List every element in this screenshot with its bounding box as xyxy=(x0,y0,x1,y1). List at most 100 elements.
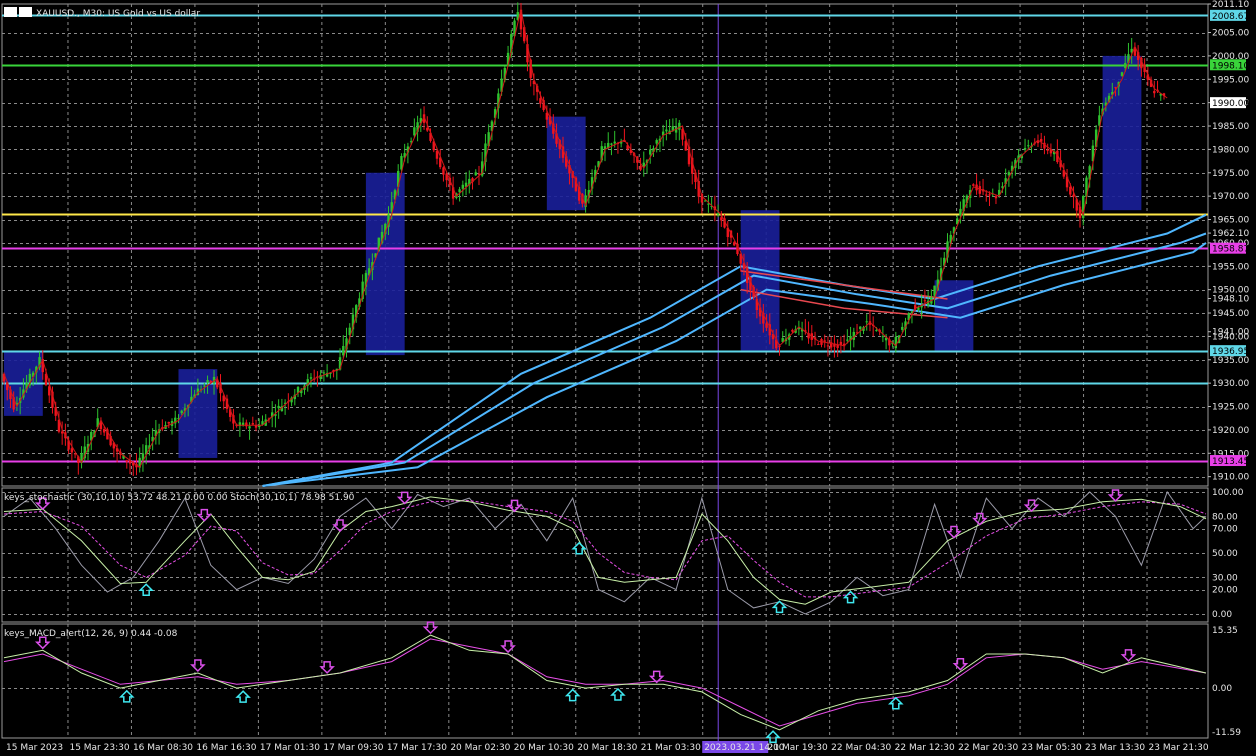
candle-body xyxy=(639,165,642,170)
candle-body xyxy=(655,140,658,144)
time-axis-label: 17 Mar 01:30 xyxy=(260,743,320,753)
candle-body xyxy=(203,385,206,387)
time-axis-label: 23 Mar 21:30 xyxy=(1149,743,1209,753)
candle-body xyxy=(461,184,465,189)
candle-body xyxy=(716,213,720,215)
price-level-badge-label: 1958.87 xyxy=(1212,245,1249,255)
price-axis-label: 2005.00 xyxy=(1212,29,1249,39)
time-axis-label: 20 Mar 02:30 xyxy=(450,743,510,753)
candle-body xyxy=(180,410,183,414)
candle-body xyxy=(342,345,345,356)
macd-axis-label: -11.59 xyxy=(1212,728,1241,738)
time-axis-label: 23 Mar 05:30 xyxy=(1022,743,1082,753)
stochastic-label: keys_stochastic (30,10,10) 53.72 48.21 0… xyxy=(4,493,355,503)
candle-body xyxy=(678,122,681,130)
macd-axis-label: 0.00 xyxy=(1212,684,1232,694)
price-axis-label: 2011.10 xyxy=(1212,0,1249,10)
candle-body xyxy=(733,242,736,246)
time-axis-label: 20 Mar 10:30 xyxy=(514,743,574,753)
candle-body xyxy=(894,336,898,349)
price-axis-label: 1975.00 xyxy=(1212,169,1249,179)
candle-body xyxy=(251,423,255,425)
candle-body xyxy=(917,307,920,310)
time-axis-label: 22 Mar 04:30 xyxy=(831,743,891,753)
time-axis-label: 17 Mar 09:30 xyxy=(323,743,383,753)
price-axis-label: 1930.00 xyxy=(1212,379,1249,389)
candle-body xyxy=(426,127,429,131)
price-level-badge-label: 1998.10 xyxy=(1212,61,1249,71)
time-axis-label: 21 Mar 19:30 xyxy=(768,743,828,753)
candle-body xyxy=(248,426,251,429)
stochastic-axis-label: 0.00 xyxy=(1212,610,1232,620)
stochastic-axis-label: 70.00 xyxy=(1212,525,1238,535)
time-axis-label: 15 Mar 23:30 xyxy=(69,743,129,753)
price-axis-label: 1948.10 xyxy=(1212,295,1249,305)
time-axis-label: 21 Mar 03:30 xyxy=(641,743,701,753)
macd-label: keys_MACD_alert(12, 26, 9) 0.44 -0.08 xyxy=(4,629,178,639)
price-axis-label: 1962.10 xyxy=(1212,229,1249,239)
candle-body xyxy=(791,329,794,332)
candle-body xyxy=(865,321,868,323)
time-axis-label: 16 Mar 08:30 xyxy=(133,743,193,753)
candle-body xyxy=(209,381,212,383)
candle-body xyxy=(881,336,885,338)
candle-body xyxy=(846,339,849,341)
candle-body xyxy=(1124,63,1127,68)
price-level-badge-label: 1936.95 xyxy=(1212,347,1249,357)
candle-body xyxy=(839,341,843,345)
candle-body xyxy=(245,422,248,427)
candle-body xyxy=(442,167,445,175)
price-axis-label: 1935.00 xyxy=(1212,356,1249,366)
price-level-badge-label: 2008.67 xyxy=(1212,12,1249,22)
candle-body xyxy=(1120,72,1124,76)
stochastic-axis-label: 100.00 xyxy=(1212,488,1244,498)
candle-body xyxy=(826,345,830,347)
candle-body xyxy=(859,326,862,330)
candle-body xyxy=(817,344,820,346)
price-axis-label: 1985.00 xyxy=(1212,122,1249,132)
candle-body xyxy=(322,372,326,374)
time-axis-label: 20 Mar 18:30 xyxy=(577,743,637,753)
chart-menu-icon[interactable] xyxy=(4,7,17,17)
time-axis-label: 22 Mar 12:30 xyxy=(895,743,955,753)
time-axis-label: 17 Mar 17:30 xyxy=(387,743,447,753)
chart-svg: keys_stochastic (30,10,10) 53.72 48.21 0… xyxy=(0,0,1256,756)
chart-type-icon[interactable] xyxy=(19,7,32,17)
candle-body xyxy=(1153,90,1156,94)
time-axis-label: 15 Mar 2023 xyxy=(6,743,63,753)
candle-body xyxy=(665,129,668,132)
price-axis-label: 1925.00 xyxy=(1212,403,1249,413)
candle-body xyxy=(765,323,768,328)
stochastic-axis-label: 50.00 xyxy=(1212,549,1238,559)
price-axis-label: 1920.00 xyxy=(1212,426,1249,436)
candle-body xyxy=(102,429,106,433)
candle-body xyxy=(545,112,549,120)
candle-body xyxy=(901,326,904,330)
price-level-badge-label: 1913.45 xyxy=(1212,457,1249,467)
candle-body xyxy=(613,141,616,144)
stochastic-axis-label: 30.00 xyxy=(1212,573,1238,583)
candle-body xyxy=(649,149,652,155)
price-axis-label: 1980.00 xyxy=(1212,145,1249,155)
candle-body xyxy=(1023,147,1027,150)
price-axis-label: 1995.00 xyxy=(1212,75,1249,85)
current-price-label: 1990.00 xyxy=(1212,99,1249,109)
candle-body xyxy=(994,196,998,199)
candle-body xyxy=(823,340,826,342)
price-axis-label: 1970.00 xyxy=(1212,192,1249,202)
candle-body xyxy=(720,217,723,221)
candle-body xyxy=(413,127,416,136)
candle-body xyxy=(309,377,313,379)
candle-body xyxy=(1027,145,1030,147)
candle-body xyxy=(610,143,613,145)
candle-body xyxy=(474,172,477,176)
stochastic-axis-label: 80.00 xyxy=(1212,512,1238,522)
macd-axis-label: 15.35 xyxy=(1212,626,1238,636)
chart-title: XAUUSD., M30: US Gold vs US dollar xyxy=(36,9,200,19)
candle-body xyxy=(959,208,962,216)
candle-body xyxy=(125,460,128,462)
time-axis-label: 22 Mar 20:30 xyxy=(958,743,1018,753)
price-axis-label: 1965.00 xyxy=(1212,216,1249,226)
candle-body xyxy=(167,422,170,424)
candle-body xyxy=(933,285,936,296)
